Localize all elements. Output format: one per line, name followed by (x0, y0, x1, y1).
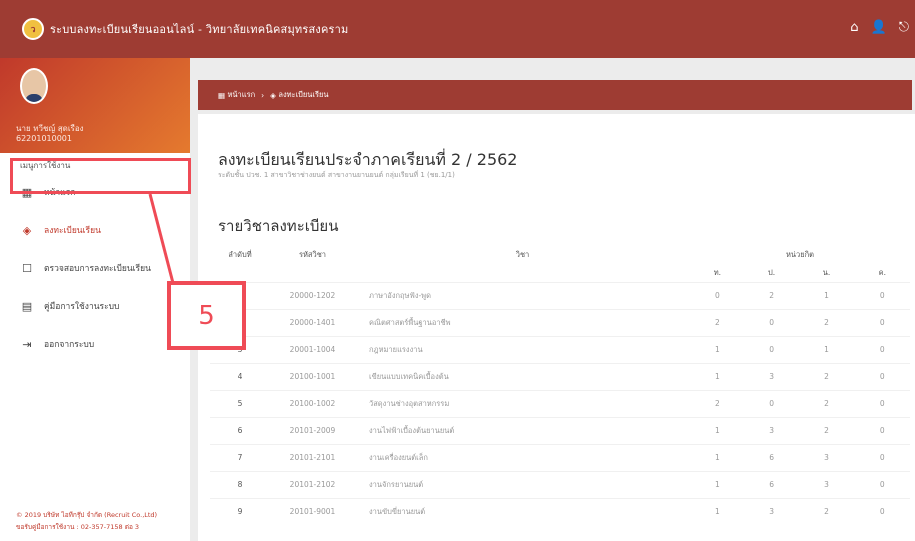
callout-line-segment (148, 193, 175, 284)
callout-line (148, 193, 175, 284)
app-window: ว ระบบลงทะเบียนเรียนออนไลน์ - วิทยาลัยเท… (0, 0, 915, 541)
step-number-box: 5 (167, 281, 246, 350)
